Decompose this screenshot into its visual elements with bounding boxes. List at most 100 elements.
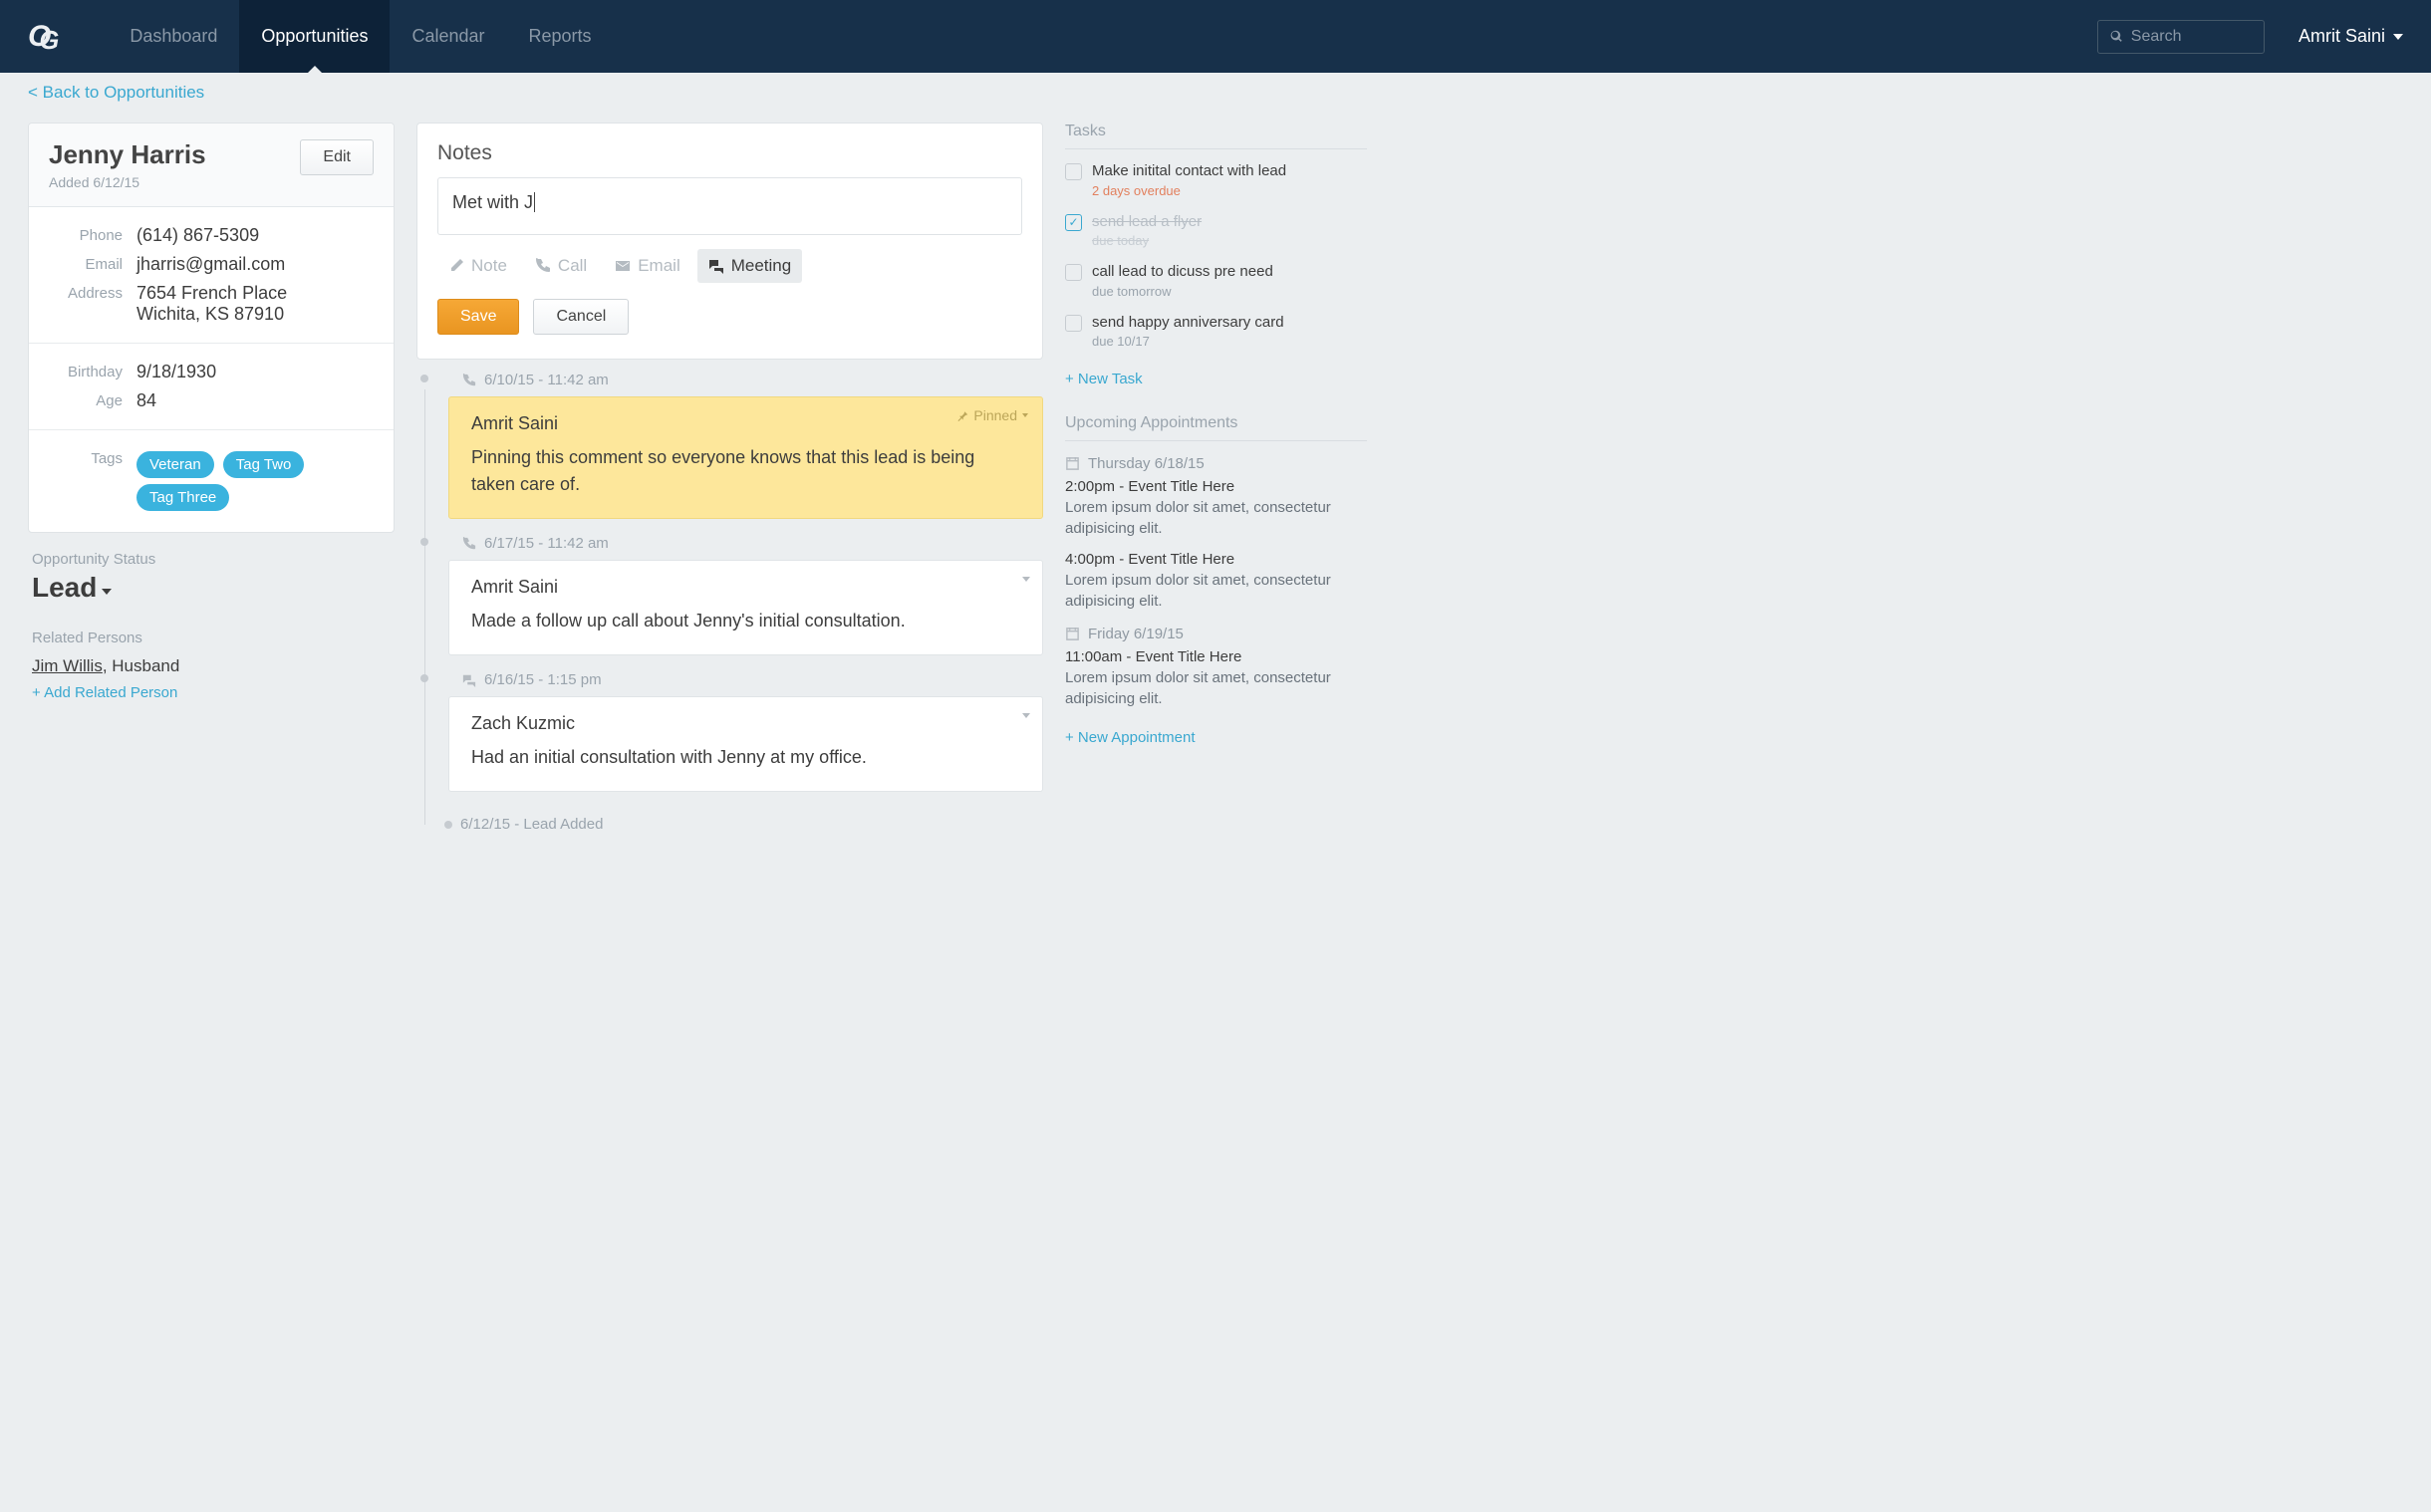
status-dropdown[interactable]: Lead [32,572,391,604]
save-button[interactable]: Save [437,299,519,335]
task-title: send lead a flyer [1092,212,1367,232]
appointment-item: 11:00am - Event Title HereLorem ipsum do… [1065,648,1367,709]
tags-label: Tags [51,448,136,467]
task-checkbox[interactable] [1065,264,1082,281]
envelope-icon [615,258,631,274]
timeline-card-menu[interactable] [1022,705,1030,723]
contact-name: Jenny Harris [49,139,206,170]
timeline-meta: 6/16/15 - 1:15 pm [484,671,602,688]
tag-pill[interactable]: Tag Two [223,451,305,478]
add-appointment-link[interactable]: + New Appointment [1065,729,1196,746]
search-input[interactable] [2131,28,2252,46]
timeline-author: Zach Kuzmic [471,713,1020,734]
timeline-body: Pinning this comment so everyone knows t… [471,444,1020,498]
chat-icon [462,673,476,687]
nav-tabs: Dashboard Opportunities Calendar Reports [108,0,613,73]
search-box[interactable] [2097,20,2265,54]
timeline-card: Amrit Saini Made a follow up call about … [448,560,1043,655]
timeline-meta: 6/17/15 - 11:42 am [484,535,609,552]
timeline-author: Amrit Saini [471,577,1020,598]
timeline: 6/10/15 - 11:42 am Pinned Amrit Saini Pi… [416,372,1043,833]
task-due: due today [1092,233,1367,248]
user-name: Amrit Saini [2298,26,2385,47]
email-value: jharris@gmail.com [136,254,372,275]
task-title: send happy anniversary card [1092,313,1367,333]
nav-tab-calendar[interactable]: Calendar [390,0,506,73]
appointment-title: 4:00pm - Event Title Here [1065,551,1367,568]
tag-pill[interactable]: Tag Three [136,484,229,511]
task-checkbox[interactable]: ✓ [1065,214,1082,231]
add-related-person-link[interactable]: + Add Related Person [32,684,177,701]
note-type-note[interactable]: Note [437,249,518,283]
task-checkbox[interactable] [1065,163,1082,180]
appointment-item: 4:00pm - Event Title Here Lorem ipsum dol… [1065,551,1367,612]
phone-icon [535,258,551,274]
note-type-meeting[interactable]: Meeting [697,249,802,283]
appointments-section: Upcoming Appointments Thursday 6/18/15 2… [1065,414,1367,747]
task-checkbox[interactable] [1065,315,1082,332]
middle-column: Notes Met with J Note Call Email Meeting [416,123,1043,833]
address-value: 7654 French PlaceWichita, KS 87910 [136,283,372,325]
tag-pill[interactable]: Veteran [136,451,214,478]
timeline-card-menu[interactable] [1022,569,1030,587]
appointment-desc: Lorem ipsum dolor sit amet, consectetur … [1065,497,1367,539]
cancel-button[interactable]: Cancel [533,299,629,335]
add-task-link[interactable]: + New Task [1065,371,1143,387]
task-title: Make initital contact with lead [1092,161,1367,181]
note-type-email[interactable]: Email [604,249,691,283]
note-type-call[interactable]: Call [524,249,598,283]
related-person-relation: , Husband [103,656,180,675]
related-person-link[interactable]: Jim Willis [32,656,103,675]
timeline-author: Amrit Saini [471,413,1020,434]
birthday-label: Birthday [51,362,136,380]
chevron-down-icon [1022,713,1030,718]
calendar-icon [1065,627,1080,641]
pencil-icon [448,258,464,274]
appointments-title: Upcoming Appointments [1065,414,1367,441]
related-title: Related Persons [32,630,391,646]
phone-icon [462,374,476,387]
left-column: Jenny Harris Added 6/12/15 Edit Phone(61… [28,123,395,833]
appointment-date: Thursday 6/18/15 [1065,455,1367,472]
nav-tab-reports[interactable]: Reports [507,0,614,73]
nav-tab-opportunities[interactable]: Opportunities [239,0,390,73]
appointment-desc: Lorem ipsum dolor sit amet, consectetur … [1065,667,1367,709]
top-nav: OG Dashboard Opportunities Calendar Repo… [0,0,2431,73]
timeline-end: 6/12/15 - Lead Added [462,816,1043,833]
note-input[interactable]: Met with J [437,177,1022,235]
chevron-down-icon [2393,34,2403,40]
chevron-down-icon [1022,413,1028,417]
appointment-desc: Lorem ipsum dolor sit amet, consectetur … [1065,570,1367,612]
tasks-section: Tasks Make initital contact with lead2 d… [1065,123,1367,388]
back-link[interactable]: < Back to Opportunities [28,83,204,103]
logo: OG [28,20,50,54]
edit-button[interactable]: Edit [300,139,374,175]
tags-list: Veteran Tag Two Tag Three [136,448,372,514]
right-column: Tasks Make initital contact with lead2 d… [1065,123,1367,833]
related-persons: Related Persons Jim Willis, Husband + Ad… [28,622,395,710]
task-due: due tomorrow [1092,284,1367,299]
phone-icon [462,537,476,551]
user-menu[interactable]: Amrit Saini [2298,26,2403,47]
timeline-meta: 6/10/15 - 11:42 am [484,372,609,388]
task-item: ✓ send lead a flyerdue today [1065,212,1367,249]
timeline-item: 6/17/15 - 11:42 am Amrit Saini Made a fo… [438,535,1043,665]
task-title: call lead to dicuss pre need [1092,262,1367,282]
chevron-down-icon [102,589,112,595]
nav-tab-dashboard[interactable]: Dashboard [108,0,239,73]
related-person: Jim Willis, Husband [32,656,391,676]
timeline-item: 6/16/15 - 1:15 pm Zach Kuzmic Had an ini… [438,671,1043,802]
task-due: 2 days overdue [1092,183,1367,198]
appointment-item: 2:00pm - Event Title HereLorem ipsum dol… [1065,478,1367,539]
age-label: Age [51,390,136,409]
pinned-indicator[interactable]: Pinned [956,407,1028,423]
age-value: 84 [136,390,372,411]
task-item: call lead to dicuss pre need due tomorrow [1065,262,1367,299]
phone-value: (614) 867-5309 [136,225,372,246]
address-label: Address [51,283,136,302]
timeline-item: 6/10/15 - 11:42 am Pinned Amrit Saini Pi… [438,372,1043,529]
timeline-body: Had an initial consultation with Jenny a… [471,744,1020,771]
email-label: Email [51,254,136,273]
task-item: Make initital contact with lead 2 days ov… [1065,161,1367,198]
task-item: send happy anniversary carddue 10/17 [1065,313,1367,350]
